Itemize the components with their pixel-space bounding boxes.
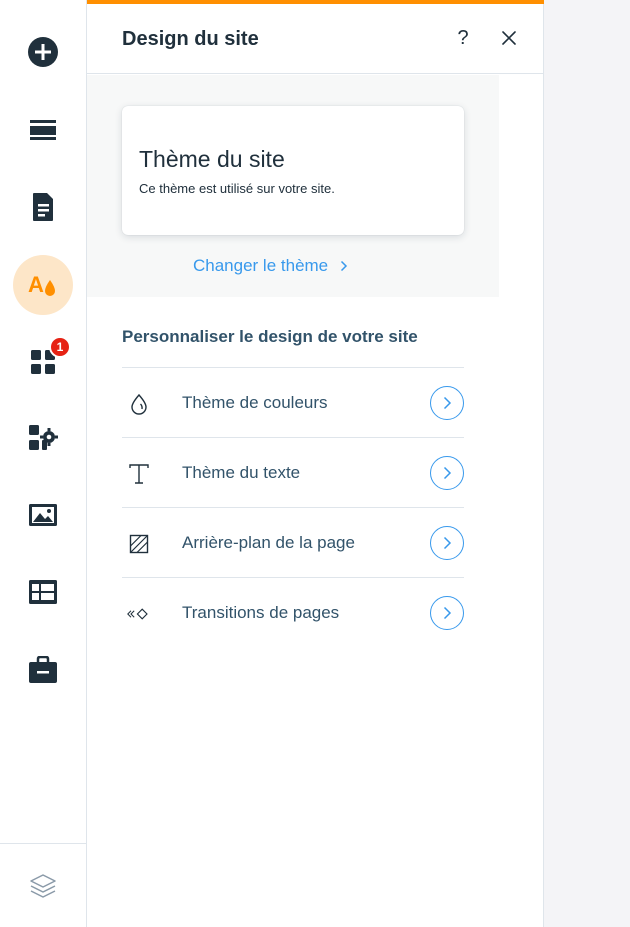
page-background-item[interactable]: Arrière-plan de la page [122, 507, 464, 577]
cms-button[interactable] [13, 562, 73, 622]
text-theme-item[interactable]: Thème du texte [122, 437, 464, 507]
theme-card-description: Ce thème est utilisé sur votre site. [139, 181, 335, 196]
rail-divider [0, 843, 86, 844]
layers-icon [30, 874, 56, 898]
menus-button[interactable] [13, 100, 73, 160]
transitions-icon [127, 608, 148, 620]
close-icon [502, 31, 516, 45]
chevron-right-icon [443, 536, 452, 550]
site-theme-section: Thème du site Ce thème est utilisé sur v… [87, 75, 499, 297]
site-design-button[interactable]: A [13, 255, 73, 315]
site-theme-card[interactable]: Thème du site Ce thème est utilisé sur v… [122, 106, 464, 235]
media-button[interactable] [13, 485, 73, 545]
menu-item-label: Thème du texte [182, 463, 301, 482]
theme-icon: A [28, 272, 55, 297]
menus-icon [30, 120, 56, 140]
business-solutions-button[interactable] [13, 408, 73, 468]
page-transitions-item[interactable]: Transitions de pages [122, 577, 464, 647]
panel-header: Design du site ? [87, 4, 544, 74]
cms-icon [29, 580, 57, 604]
menu-item-label: Thème de couleurs [182, 393, 328, 412]
chevron-right-icon [443, 396, 452, 410]
design-options-list: Thème de couleurs Thème du texte Arrière… [122, 367, 464, 647]
business-solutions-icon [29, 425, 58, 450]
background-icon [129, 534, 149, 554]
close-button[interactable] [495, 24, 523, 52]
change-theme-link[interactable]: Changer le thème [193, 256, 348, 276]
pages-icon [33, 193, 53, 221]
editor-canvas[interactable] [545, 0, 630, 927]
color-drop-icon [131, 393, 147, 415]
add-icon [28, 37, 58, 67]
text-icon [129, 464, 149, 484]
left-rail: A 1 [0, 0, 87, 927]
help-icon: ? [457, 26, 469, 49]
arrow-button[interactable] [430, 386, 464, 420]
theme-card-title: Thème du site [139, 146, 285, 172]
site-design-panel: Design du site ? Thème du site Ce thème … [87, 0, 544, 927]
portfolio-icon [29, 656, 57, 683]
chevron-right-icon [443, 606, 452, 620]
chevron-right-icon [443, 466, 452, 480]
apps-button[interactable]: 1 [13, 332, 73, 392]
notification-badge: 1 [49, 336, 71, 358]
portfolio-button[interactable] [13, 640, 73, 700]
chevron-right-icon [341, 260, 348, 272]
svg-text:A: A [28, 272, 44, 297]
help-button[interactable]: ? [449, 24, 477, 52]
change-theme-label: Changer le thème [193, 256, 329, 275]
panel-title: Design du site [122, 28, 259, 50]
pages-button[interactable] [13, 177, 73, 237]
add-elements-button[interactable] [13, 22, 73, 82]
arrow-button[interactable] [430, 456, 464, 490]
customize-heading: Personnaliser le design de votre site [122, 327, 418, 346]
media-icon [29, 504, 57, 526]
arrow-button[interactable] [430, 526, 464, 560]
arrow-button[interactable] [430, 596, 464, 630]
color-theme-item[interactable]: Thème de couleurs [122, 367, 464, 437]
menu-item-label: Arrière-plan de la page [182, 533, 355, 552]
menu-item-label: Transitions de pages [182, 603, 340, 622]
layers-button[interactable] [13, 856, 73, 916]
